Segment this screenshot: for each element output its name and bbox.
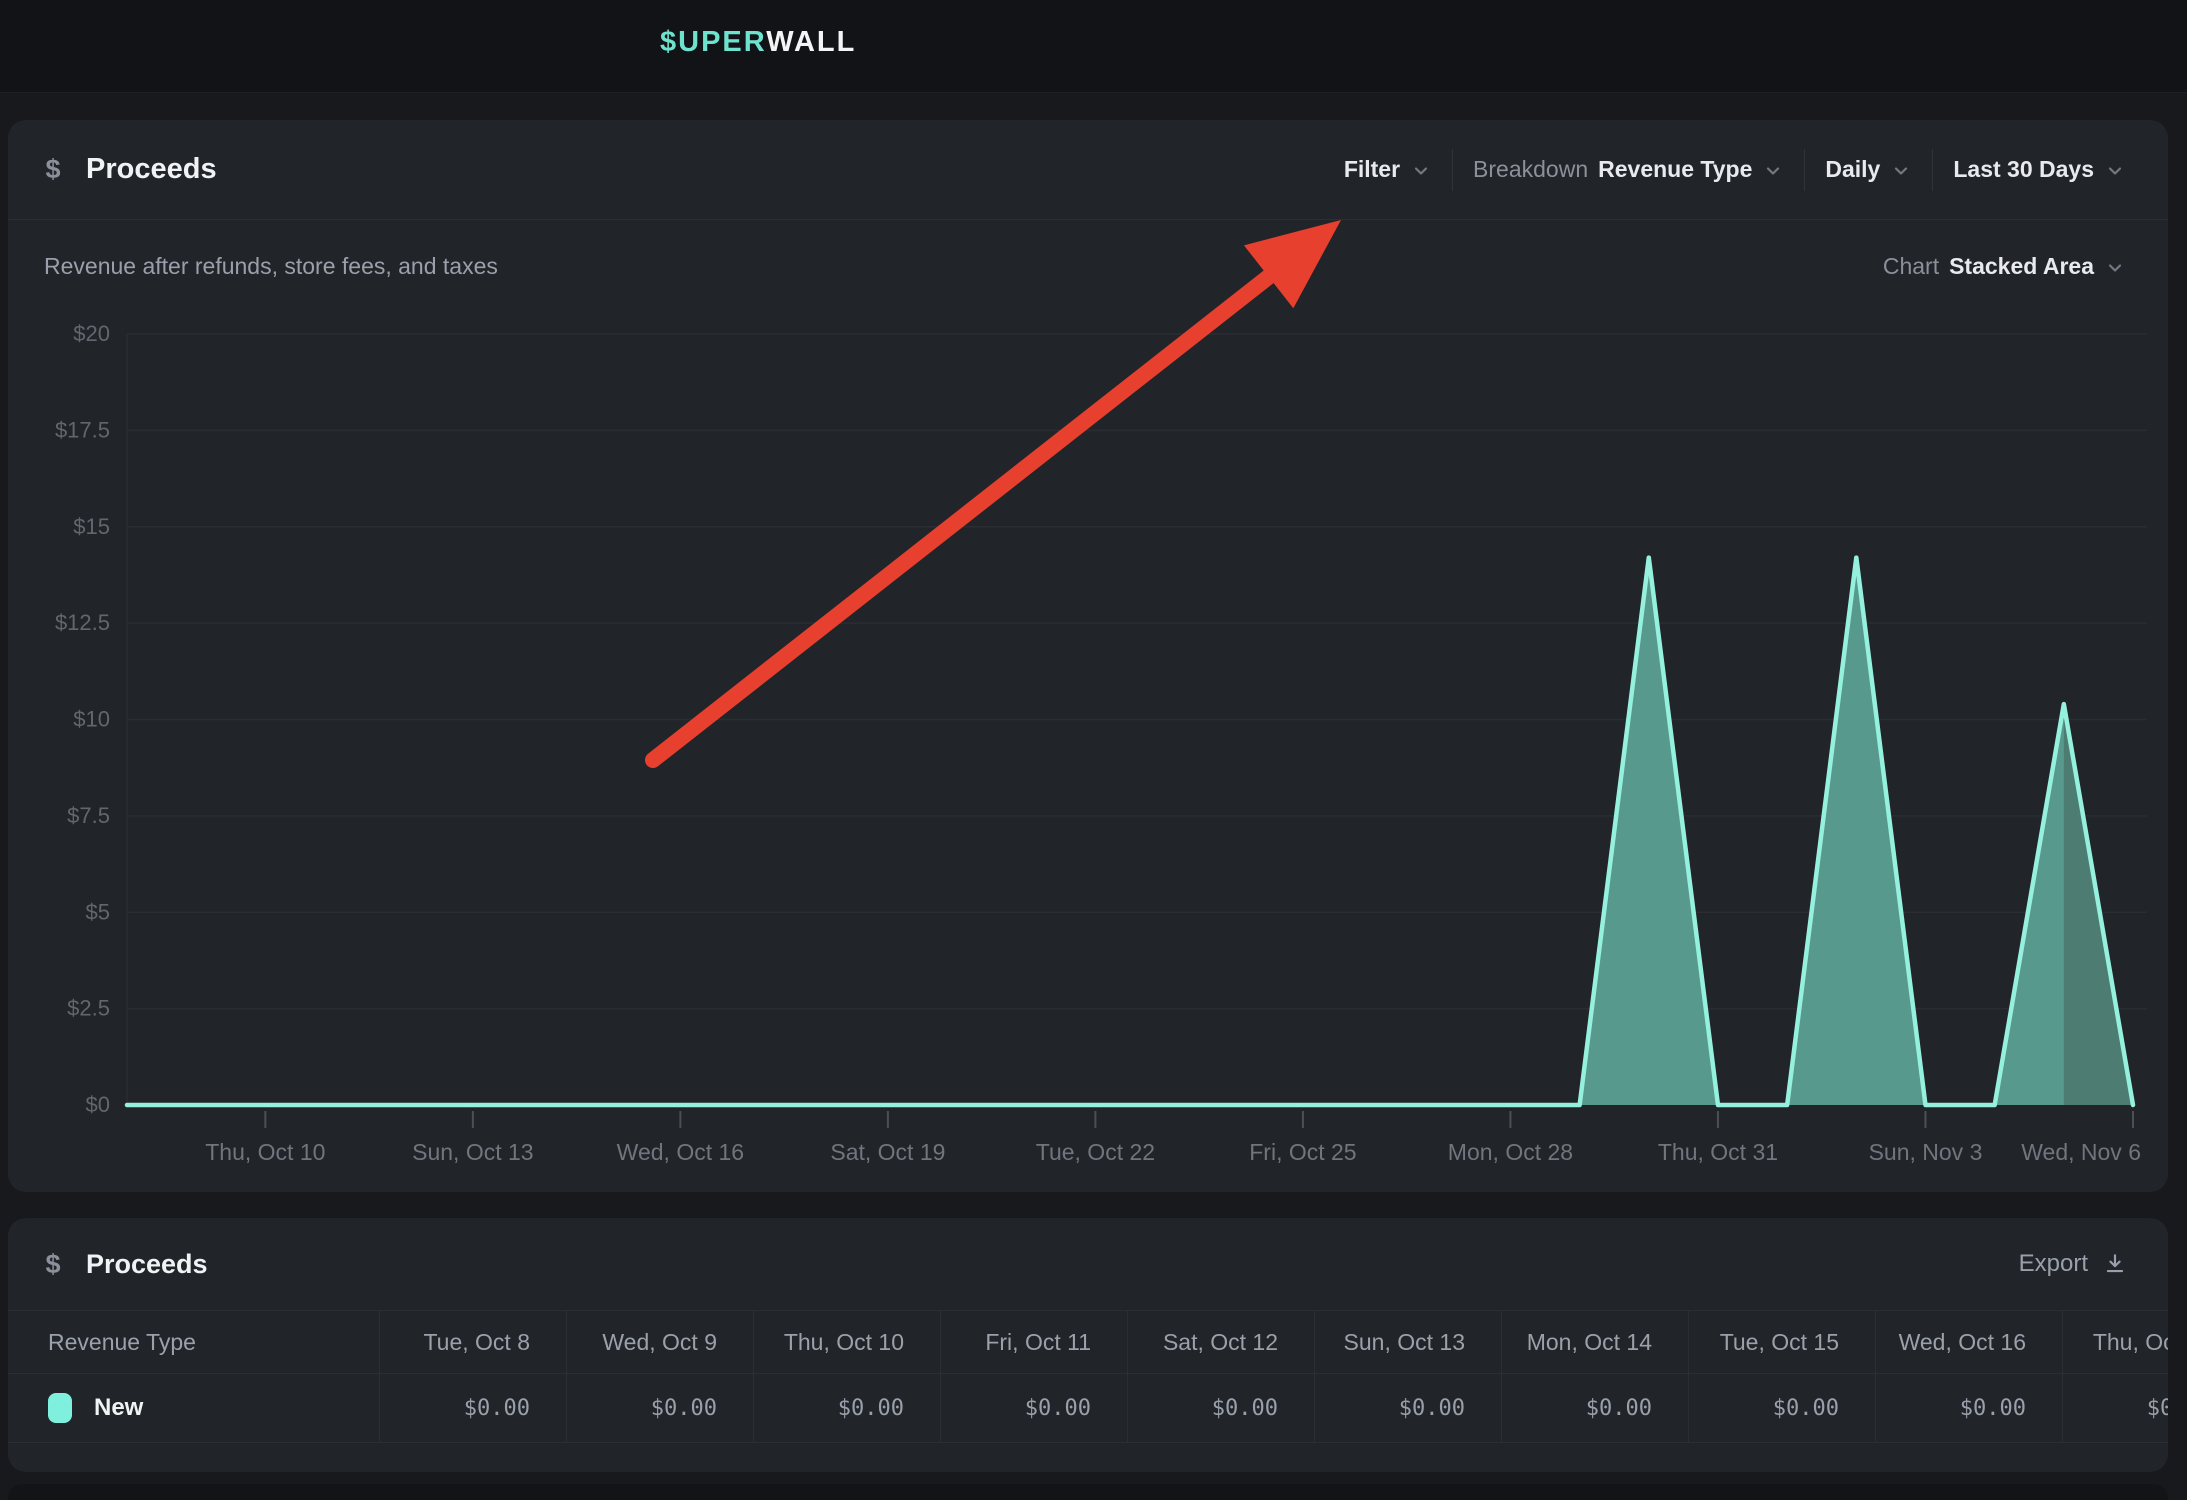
date-column-header: Tue, Oct 15 xyxy=(1688,1311,1875,1373)
export-button[interactable]: Export xyxy=(2019,1250,2132,1278)
interval-value: Daily xyxy=(1825,156,1880,183)
x-axis-tick-label: Wed, Nov 6 xyxy=(2021,1139,2141,1165)
filter-button[interactable]: Filter xyxy=(1324,156,1452,183)
series-color-swatch xyxy=(48,1393,72,1423)
date-column-header: Fri, Oct 11 xyxy=(940,1311,1127,1373)
x-axis-tick-label: Fri, Oct 25 xyxy=(1249,1139,1356,1165)
chart-subtitle: Revenue after refunds, store fees, and t… xyxy=(44,253,498,280)
x-axis-tick-label: Sun, Nov 3 xyxy=(1869,1139,1983,1165)
value-cell: $0.00 xyxy=(940,1374,1127,1442)
y-axis-tick-label: $17.5 xyxy=(55,417,110,442)
chart-type-select[interactable]: Chart Stacked Area xyxy=(1863,253,2132,280)
top-nav: $UPERWALL xyxy=(0,0,2187,93)
table-card-title: Proceeds xyxy=(86,1249,208,1280)
interval-select[interactable]: Daily xyxy=(1805,156,1932,183)
next-card-top-edge xyxy=(8,1484,2168,1500)
value-cell: $0.00 xyxy=(566,1374,753,1442)
table-header-row: Revenue TypeTue, Oct 8Wed, Oct 9Thu, Oct… xyxy=(8,1310,2168,1374)
y-axis-tick-label: $2.5 xyxy=(67,996,110,1021)
chevron-down-icon xyxy=(1410,160,1432,182)
proceeds-area-chart[interactable]: $20 $17.5 $15 $12.5 $10 $7.5 $5 $2.5 $0 Thu, Oct … xyxy=(8,312,2168,1192)
filter-label: Filter xyxy=(1344,156,1400,183)
dollar-icon: $ xyxy=(44,154,62,185)
chart-controls: Filter Breakdown Revenue Type Daily Last… xyxy=(1324,149,2132,191)
proceeds-chart-card: $ Proceeds Filter Breakdown Revenue Type… xyxy=(8,120,2168,1192)
logo-dollar-part: $UPER xyxy=(660,26,766,58)
y-axis-tick-label: $10 xyxy=(73,707,110,732)
x-axis-tick-label: Sat, Oct 19 xyxy=(830,1139,945,1165)
area-fill xyxy=(127,558,2133,1105)
chevron-down-icon xyxy=(1762,160,1784,182)
y-axis-tick-label: $12.5 xyxy=(55,610,110,635)
download-icon xyxy=(2102,1251,2128,1277)
chart-card-title: Proceeds xyxy=(86,153,217,186)
value-cell: $0.00 xyxy=(1314,1374,1501,1442)
revenue-type-label: New xyxy=(94,1394,143,1422)
date-column-header: Thu, Oct 17 xyxy=(2062,1311,2168,1373)
x-axis-tick-label: Thu, Oct 10 xyxy=(205,1139,325,1165)
x-axis-tick-label: Wed, Oct 16 xyxy=(617,1139,744,1165)
chevron-down-icon xyxy=(2104,257,2126,279)
proceeds-table-card: $ Proceeds Export Revenue TypeTue, Oct 8… xyxy=(8,1218,2168,1472)
date-column-header: Sat, Oct 12 xyxy=(1127,1311,1314,1373)
date-range-value: Last 30 Days xyxy=(1953,156,2094,183)
proceeds-table: Revenue TypeTue, Oct 8Wed, Oct 9Thu, Oct… xyxy=(8,1310,2168,1443)
date-column-header: Mon, Oct 14 xyxy=(1501,1311,1688,1373)
value-cell: $0.00 xyxy=(1127,1374,1314,1442)
revenue-type-cell: New xyxy=(8,1374,379,1442)
value-cell: $0.00 xyxy=(1688,1374,1875,1442)
date-column-header: Sun, Oct 13 xyxy=(1314,1311,1501,1373)
y-axis-tick-label: $20 xyxy=(73,321,110,346)
chart-type-value: Stacked Area xyxy=(1949,253,2094,280)
breakdown-label: Breakdown xyxy=(1473,156,1588,183)
chevron-down-icon xyxy=(1890,160,1912,182)
date-column-header: Wed, Oct 9 xyxy=(566,1311,753,1373)
y-axis-tick-label: $7.5 xyxy=(67,803,110,828)
y-axis-tick-label: $5 xyxy=(86,899,110,924)
chart-type-label: Chart xyxy=(1883,253,1939,280)
chart-card-header: $ Proceeds Filter Breakdown Revenue Type… xyxy=(8,120,2168,220)
page: $UPERWALL $ Proceeds Filter Breakdown Re… xyxy=(0,0,2187,1500)
x-axis-tick-label: Thu, Oct 31 xyxy=(1658,1139,1778,1165)
logo-wall-part: WALL xyxy=(766,26,856,58)
export-label: Export xyxy=(2019,1250,2088,1278)
y-axis-tick-label: $15 xyxy=(73,514,110,539)
superwall-logo[interactable]: $UPERWALL xyxy=(660,26,856,59)
dollar-icon: $ xyxy=(44,1249,62,1280)
y-axis-tick-label: $0 xyxy=(86,1092,110,1117)
date-column-header: Thu, Oct 10 xyxy=(753,1311,940,1373)
value-cell: $0.00 xyxy=(753,1374,940,1442)
date-range-select[interactable]: Last 30 Days xyxy=(1933,156,2132,183)
value-cell: $0.00 xyxy=(379,1374,566,1442)
table-body: New$0.00$0.00$0.00$0.00$0.00$0.00$0.00$0… xyxy=(8,1374,2168,1443)
value-cell: $0.00 xyxy=(1501,1374,1688,1442)
x-axis-tick-label: Tue, Oct 22 xyxy=(1036,1139,1155,1165)
breakdown-select[interactable]: Breakdown Revenue Type xyxy=(1453,156,1804,183)
date-column-header: Tue, Oct 8 xyxy=(379,1311,566,1373)
chevron-down-icon xyxy=(2104,160,2126,182)
x-axis-tick-label: Mon, Oct 28 xyxy=(1448,1139,1573,1165)
chart-subheader: Revenue after refunds, store fees, and t… xyxy=(8,220,2168,312)
breakdown-value: Revenue Type xyxy=(1598,156,1752,183)
table-row: New$0.00$0.00$0.00$0.00$0.00$0.00$0.00$0… xyxy=(8,1374,2168,1443)
date-column-header: Wed, Oct 16 xyxy=(1875,1311,2062,1373)
revenue-type-column-header: Revenue Type xyxy=(8,1311,379,1373)
table-card-header: $ Proceeds Export xyxy=(8,1218,2168,1310)
x-axis-tick-label: Sun, Oct 13 xyxy=(412,1139,533,1165)
value-cell: $0.00 xyxy=(2062,1374,2168,1442)
value-cell: $0.00 xyxy=(1875,1374,2062,1442)
